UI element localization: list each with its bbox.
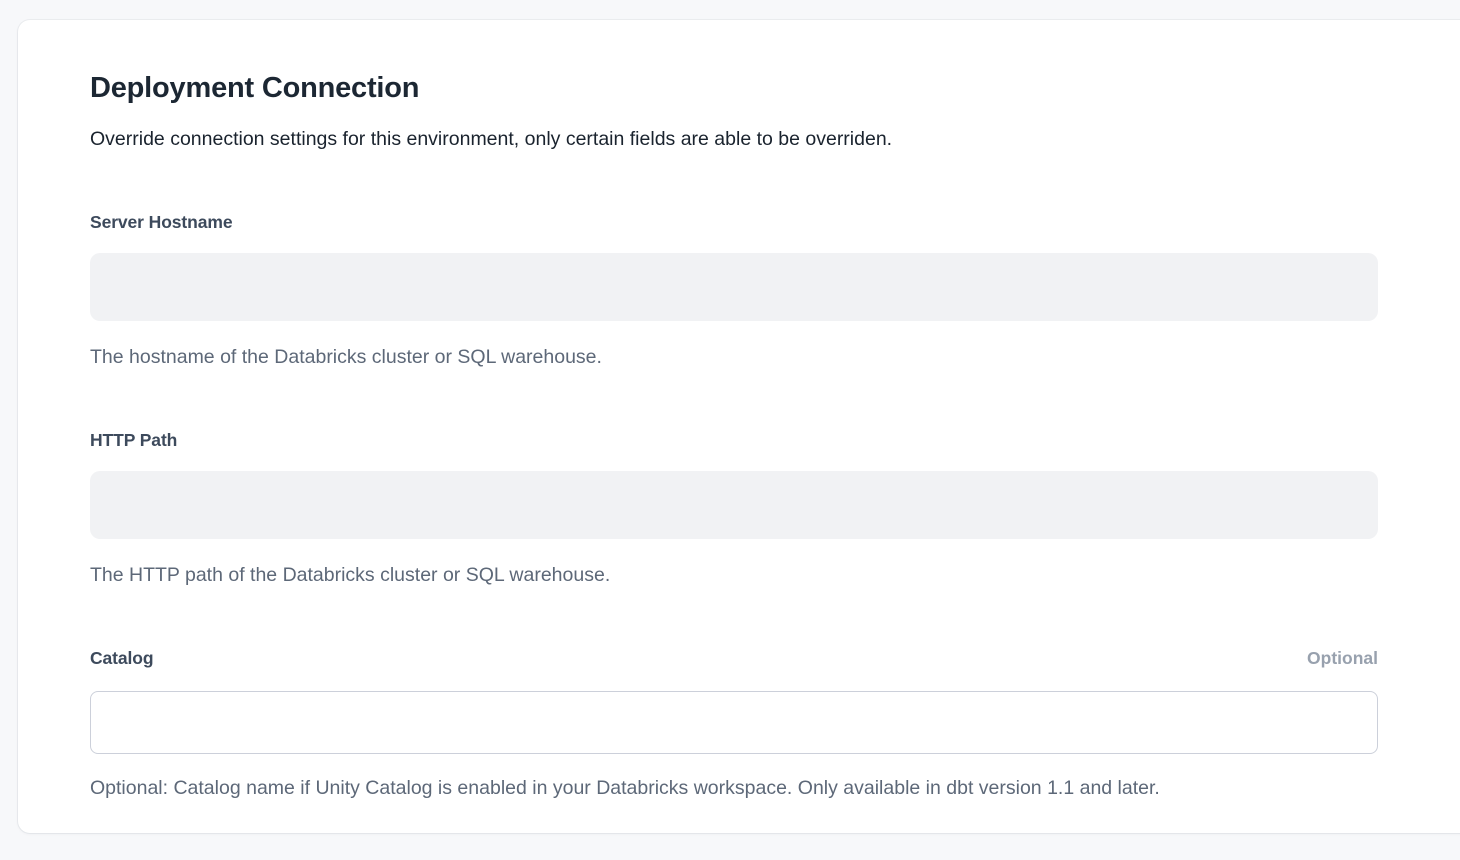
catalog-helper: Optional: Catalog name if Unity Catalog … bbox=[90, 774, 1378, 802]
server-hostname-field: Server Hostname The hostname of the Data… bbox=[90, 211, 1378, 371]
server-hostname-label: Server Hostname bbox=[90, 211, 232, 234]
catalog-field: Catalog Optional Optional: Catalog name … bbox=[90, 647, 1378, 802]
page-title: Deployment Connection bbox=[90, 70, 1378, 106]
catalog-input[interactable] bbox=[90, 691, 1378, 754]
http-path-label: HTTP Path bbox=[90, 429, 177, 452]
catalog-optional-badge: Optional bbox=[1307, 647, 1378, 670]
http-path-field: HTTP Path The HTTP path of the Databrick… bbox=[90, 429, 1378, 589]
page-subtitle: Override connection settings for this en… bbox=[90, 125, 1378, 153]
server-hostname-input bbox=[90, 253, 1378, 321]
deployment-connection-card: Deployment Connection Override connectio… bbox=[18, 20, 1460, 833]
http-path-helper: The HTTP path of the Databricks cluster … bbox=[90, 561, 1378, 589]
server-hostname-helper: The hostname of the Databricks cluster o… bbox=[90, 343, 1378, 371]
catalog-label: Catalog bbox=[90, 647, 153, 670]
card-content: Deployment Connection Override connectio… bbox=[18, 20, 1378, 802]
http-path-input bbox=[90, 471, 1378, 539]
